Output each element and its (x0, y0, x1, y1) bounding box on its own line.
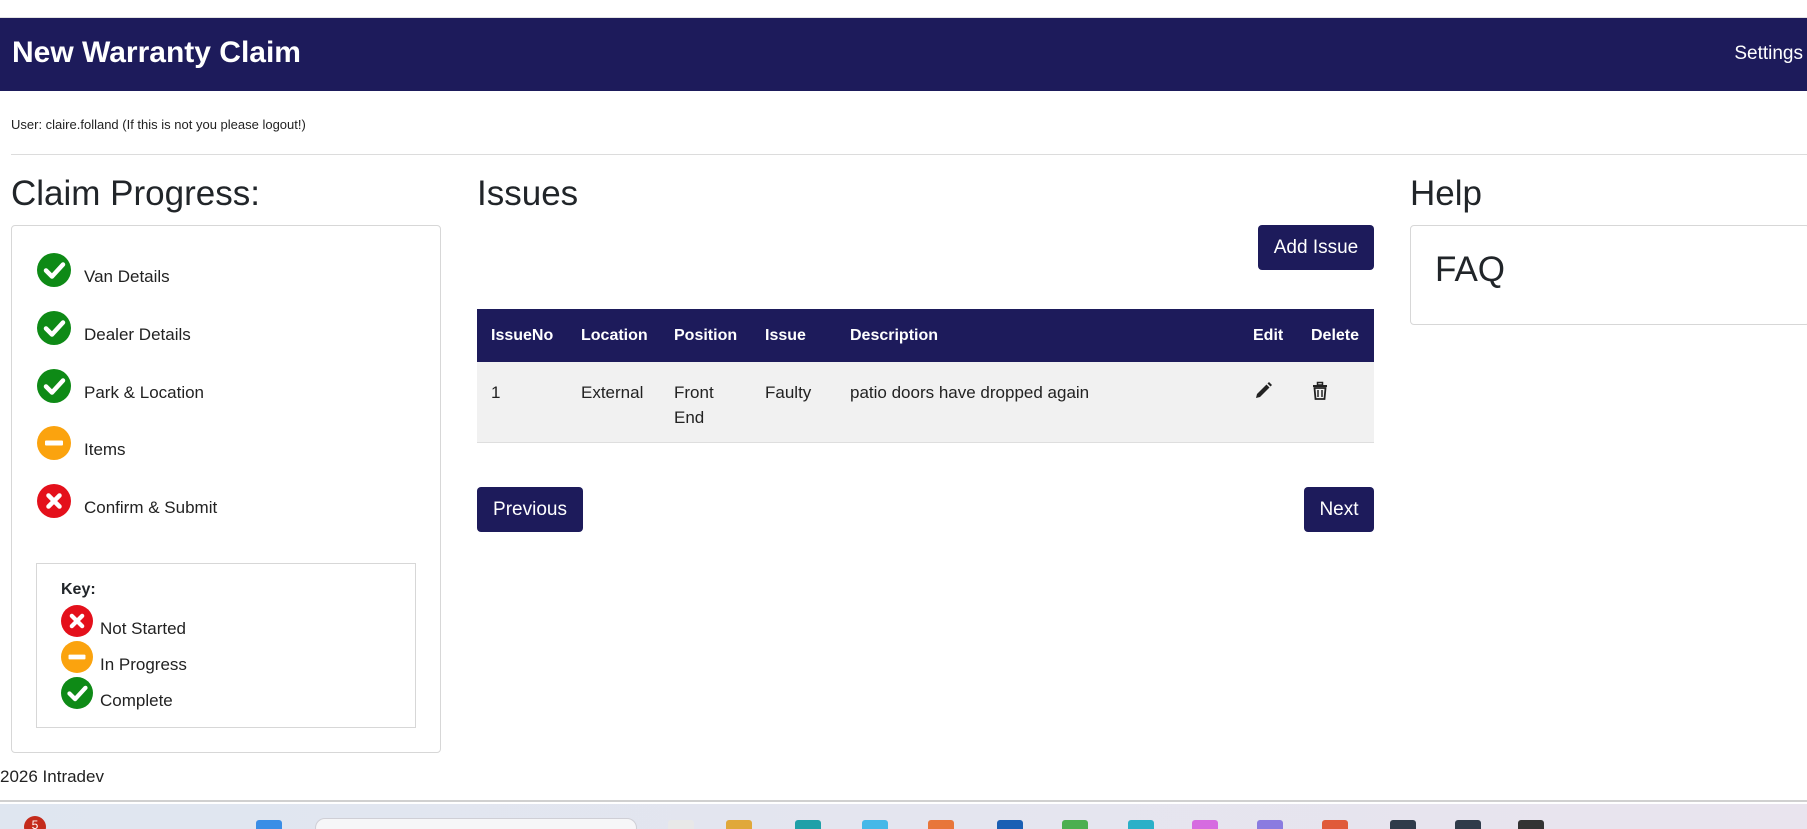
footer-divider (0, 800, 1807, 802)
step-label: Confirm & Submit (84, 498, 218, 517)
step-label: Dealer Details (84, 325, 191, 344)
app-icon[interactable] (1322, 820, 1348, 829)
edge-icon[interactable] (795, 820, 821, 829)
table-header: IssueNo Location Position Issue Descript… (477, 309, 1374, 362)
help-heading: Help (1410, 174, 1482, 213)
cell-position-line2: End (674, 408, 705, 427)
app-icon[interactable] (1128, 820, 1154, 829)
help-card: FAQ (1410, 225, 1807, 325)
key-title: Key: (61, 581, 96, 598)
cell-location: External (581, 383, 644, 402)
not-started-cross-icon (61, 605, 93, 637)
step-label: Van Details (84, 267, 170, 286)
faq-link[interactable]: FAQ (1435, 250, 1505, 290)
column-header-position: Position (674, 327, 738, 344)
in-progress-minus-icon (37, 426, 71, 460)
step-label: Park & Location (84, 383, 205, 402)
complete-check-icon (37, 311, 71, 345)
in-progress-minus-icon (61, 641, 93, 673)
column-header-edit: Edit (1253, 327, 1284, 344)
cell-position-line1: Front (674, 383, 714, 402)
issues-heading: Issues (477, 174, 579, 213)
step-park-location: Park & Location (37, 369, 417, 409)
step-items: Items (37, 426, 417, 466)
cell-issue: Faulty (765, 383, 812, 402)
pencil-icon[interactable] (1252, 380, 1274, 402)
complete-check-icon (61, 677, 93, 709)
file-icon[interactable] (668, 820, 694, 829)
spreadsheet-icon[interactable] (1062, 820, 1088, 829)
user-info: User: claire.folland (If this is not you… (11, 117, 306, 132)
complete-check-icon (37, 253, 71, 287)
key-label: Complete (100, 691, 173, 710)
app-icon[interactable] (1192, 820, 1218, 829)
page-title: New Warranty Claim (12, 36, 301, 69)
os-taskbar: 5 (0, 804, 1807, 829)
settings-link[interactable]: Settings (1734, 43, 1803, 65)
cell-description: patio doors have dropped again (850, 383, 1090, 402)
step-label: Items (84, 440, 126, 459)
start-icon[interactable] (256, 820, 282, 829)
browser-top-strip (0, 0, 1807, 18)
column-header-description: Description (850, 327, 939, 344)
column-header-delete: Delete (1311, 327, 1360, 344)
key-complete: Complete (61, 677, 361, 710)
key-in-progress: In Progress (61, 641, 361, 674)
not-started-cross-icon (37, 484, 71, 518)
column-header-issue: Issue (765, 327, 806, 344)
top-navbar: New Warranty Claim Settings (0, 18, 1807, 91)
footer-text: 2026 Intradev (0, 767, 104, 786)
firefox-icon[interactable] (928, 820, 954, 829)
status-key-box: Key: Not Started In Progress Complete (36, 563, 416, 728)
terminal-icon[interactable] (1518, 820, 1544, 829)
column-header-location: Location (581, 327, 648, 344)
step-dealer-details: Dealer Details (37, 311, 417, 351)
taskbar-search-box[interactable] (315, 818, 637, 829)
cell-issue-no: 1 (491, 383, 501, 402)
step-confirm-submit: Confirm & Submit (37, 484, 417, 524)
key-label: Not Started (100, 619, 186, 638)
teams-icon[interactable] (1257, 820, 1283, 829)
divider (11, 154, 1807, 155)
word-icon[interactable] (997, 820, 1023, 829)
complete-check-icon (37, 369, 71, 403)
add-issue-button[interactable]: Add Issue (1258, 225, 1374, 270)
store-icon[interactable] (862, 820, 888, 829)
key-label: In Progress (100, 655, 187, 674)
previous-button[interactable]: Previous (477, 487, 583, 532)
claim-progress-card: Van Details Dealer Details Park & Locati… (11, 225, 441, 753)
cell-position: Front End (674, 380, 714, 430)
claim-progress-heading: Claim Progress: (11, 174, 260, 213)
column-header-issueno: IssueNo (491, 327, 554, 344)
trash-icon[interactable] (1309, 380, 1331, 402)
notification-badge[interactable]: 5 (24, 816, 46, 829)
folder-icon[interactable] (726, 820, 752, 829)
step-van-details: Van Details (37, 253, 417, 293)
app-icon[interactable] (1455, 820, 1481, 829)
table-row: 1 External Front End Faulty patio doors … (477, 362, 1374, 443)
app-icon[interactable] (1390, 820, 1416, 829)
key-not-started: Not Started (61, 605, 361, 638)
next-button[interactable]: Next (1304, 487, 1374, 532)
